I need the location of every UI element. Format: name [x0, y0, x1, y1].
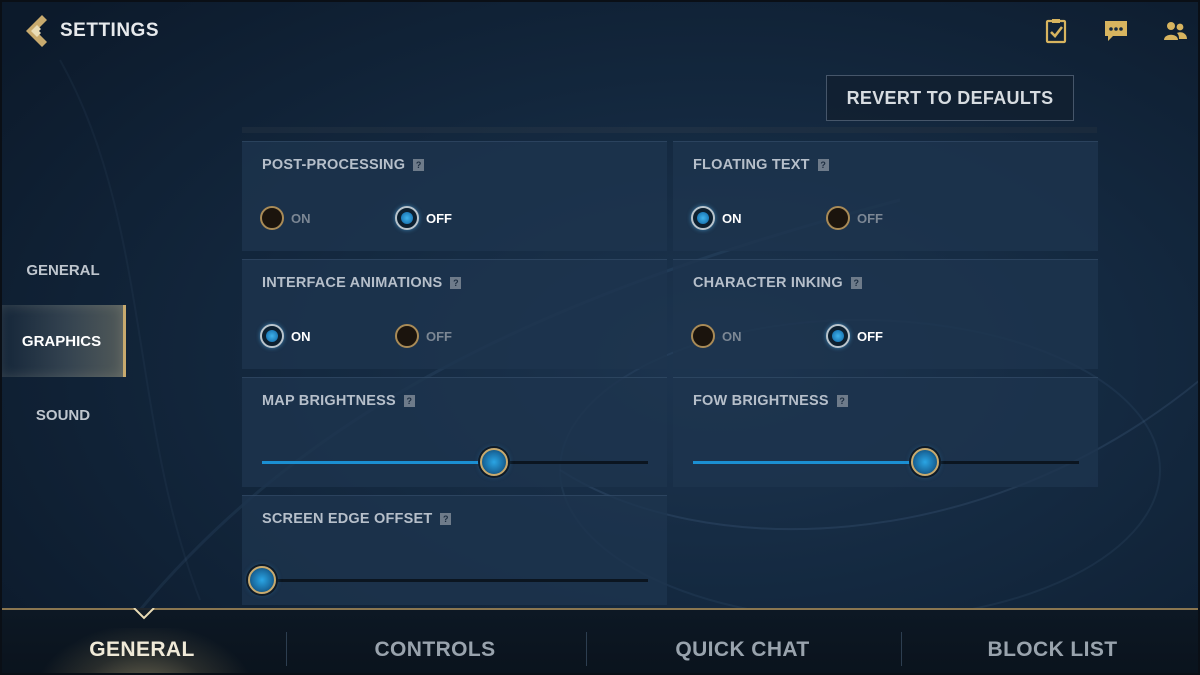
radio-label: OFF	[857, 328, 883, 344]
radio-circle	[260, 206, 284, 230]
radio-circle	[826, 324, 850, 348]
nav-item-graphics[interactable]: GRAPHICS	[0, 305, 126, 377]
interface-animations-on-radio[interactable]: ON	[260, 324, 311, 348]
slider-handle[interactable]	[248, 566, 276, 594]
revert-to-defaults-button[interactable]: REVERT TO DEFAULTS	[826, 75, 1074, 121]
nav-item-sound[interactable]: SOUND	[0, 387, 126, 443]
map-brightness-slider[interactable]	[262, 448, 648, 478]
caret-down-icon	[133, 608, 155, 620]
page-title: SETTINGS	[60, 20, 160, 41]
post-processing-on-radio[interactable]: ON	[260, 206, 311, 230]
radio-label: OFF	[426, 210, 452, 226]
setting-label: POST-PROCESSING	[262, 157, 406, 173]
interface-animations-setting: INTERFACE ANIMATIONS ? ON OFF	[242, 259, 667, 369]
floating-text-setting: FLOATING TEXT ? ON OFF	[673, 141, 1098, 251]
radio-label: ON	[291, 210, 311, 226]
post-processing-off-radio[interactable]: OFF	[395, 206, 452, 230]
help-icon[interactable]: ?	[836, 395, 848, 407]
help-icon[interactable]: ?	[850, 277, 862, 289]
tab-controls[interactable]: CONTROLS	[340, 628, 530, 672]
radio-circle	[395, 206, 419, 230]
settings-panel-top	[242, 127, 1097, 133]
floating-text-off-radio[interactable]: OFF	[826, 206, 883, 230]
tab-quick-chat[interactable]: QUICK CHAT	[640, 628, 845, 672]
floating-text-on-radio[interactable]: ON	[691, 206, 742, 230]
slider-handle[interactable]	[479, 448, 508, 476]
radio-circle	[260, 324, 284, 348]
clipboard-check-icon	[1045, 19, 1067, 44]
character-inking-setting: CHARACTER INKING ? ON OFF	[673, 259, 1098, 369]
setting-label: FOW BRIGHTNESS	[693, 393, 829, 409]
help-icon[interactable]: ?	[817, 159, 829, 171]
friends-button[interactable]	[1160, 16, 1190, 46]
setting-label: SCREEN EDGE OFFSET	[262, 511, 433, 527]
setting-label: MAP BRIGHTNESS	[262, 393, 396, 409]
slider-handle[interactable]	[910, 448, 939, 476]
setting-label: INTERFACE ANIMATIONS	[262, 275, 443, 291]
character-inking-off-radio[interactable]: OFF	[826, 324, 883, 348]
chat-bubble-icon	[1105, 21, 1127, 41]
fow-brightness-setting: FOW BRIGHTNESS ?	[673, 377, 1098, 487]
radio-label: ON	[291, 328, 311, 344]
tab-general[interactable]: GENERAL	[62, 628, 222, 672]
slider-track	[262, 579, 648, 582]
back-arrow-icon	[26, 15, 47, 47]
map-brightness-setting: MAP BRIGHTNESS ?	[242, 377, 667, 487]
interface-animations-off-radio[interactable]: OFF	[395, 324, 452, 348]
bottom-tab-bar: GENERAL CONTROLS QUICK CHAT BLOCK LIST	[0, 608, 1200, 675]
tab-block-list[interactable]: BLOCK LIST	[960, 628, 1145, 672]
chat-button[interactable]	[1101, 16, 1131, 46]
nav-item-general[interactable]: GENERAL	[0, 242, 126, 298]
radio-label: OFF	[426, 328, 452, 344]
friends-icon	[1164, 22, 1187, 40]
radio-label: ON	[722, 210, 742, 226]
radio-label: ON	[722, 328, 742, 344]
setting-label: FLOATING TEXT	[693, 157, 810, 173]
tab-divider	[586, 632, 587, 666]
fow-brightness-slider[interactable]	[693, 448, 1079, 478]
screen-edge-offset-setting: SCREEN EDGE OFFSET ?	[242, 495, 667, 605]
tab-divider	[286, 632, 287, 666]
slider-fill	[262, 461, 494, 464]
missions-button[interactable]	[1041, 16, 1071, 46]
radio-circle	[691, 324, 715, 348]
help-icon[interactable]: ?	[413, 159, 425, 171]
tab-divider	[901, 632, 902, 666]
back-button[interactable]: SETTINGS	[22, 12, 162, 50]
radio-circle	[395, 324, 419, 348]
screen-edge-offset-slider[interactable]	[248, 566, 648, 596]
help-icon[interactable]: ?	[450, 277, 462, 289]
character-inking-on-radio[interactable]: ON	[691, 324, 742, 348]
radio-label: OFF	[857, 210, 883, 226]
post-processing-setting: POST-PROCESSING ? ON OFF	[242, 141, 667, 251]
help-icon[interactable]: ?	[403, 395, 415, 407]
slider-fill	[693, 461, 925, 464]
help-icon[interactable]: ?	[440, 513, 452, 525]
radio-circle	[691, 206, 715, 230]
radio-circle	[826, 206, 850, 230]
setting-label: CHARACTER INKING	[693, 275, 843, 291]
header: SETTINGS	[0, 0, 1200, 62]
